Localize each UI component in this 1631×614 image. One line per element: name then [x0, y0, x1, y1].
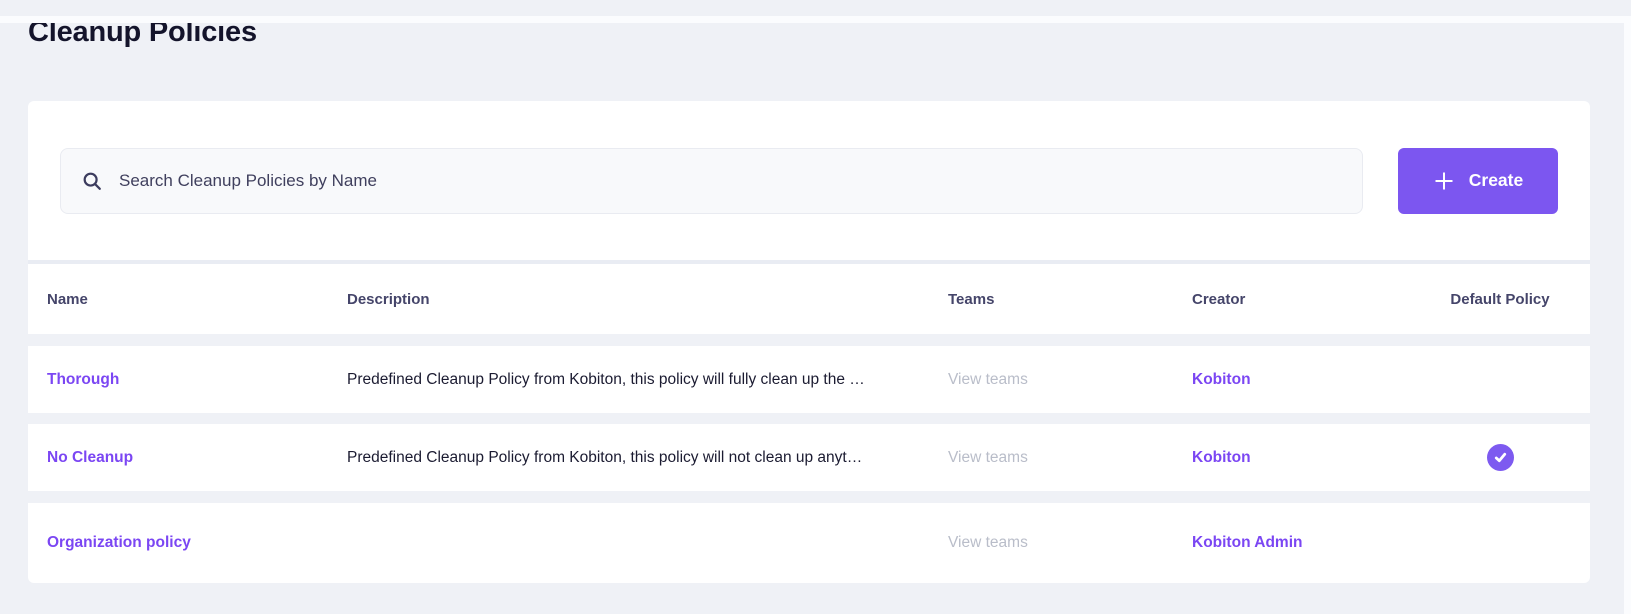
page-edge-top — [0, 16, 1631, 23]
create-button-label: Create — [1468, 170, 1524, 190]
policy-name-link[interactable]: Organization policy — [47, 534, 191, 551]
column-header-name: Name — [47, 290, 88, 308]
page-edge-right — [1624, 16, 1631, 614]
policy-description: Predefined Cleanup Policy from Kobiton, … — [347, 370, 865, 388]
search-input[interactable] — [119, 170, 1342, 191]
column-header-creator: Creator — [1192, 290, 1246, 308]
table-row: Organization policy View teams Kobiton A… — [28, 503, 1590, 583]
create-button[interactable]: Create — [1398, 147, 1558, 214]
search-icon — [81, 170, 103, 192]
check-icon — [1493, 450, 1508, 465]
search-section: Create — [28, 101, 1590, 260]
column-header-teams: Teams — [948, 290, 995, 308]
table-row: Thorough Predefined Cleanup Policy from … — [28, 346, 1590, 413]
view-teams-link[interactable]: View teams — [948, 371, 1028, 388]
default-policy-badge — [1486, 444, 1514, 471]
column-header-description: Description — [347, 290, 430, 308]
policy-name-link[interactable]: No Cleanup — [47, 449, 133, 466]
policy-description: Predefined Cleanup Policy from Kobiton, … — [347, 448, 863, 466]
cleanup-policies-card: Create Name Description Teams Creator De… — [28, 101, 1590, 583]
table-header-row: Name Description Teams Creator Default P… — [28, 264, 1590, 334]
table-row: No Cleanup Predefined Cleanup Policy fro… — [28, 424, 1590, 491]
policy-creator: Kobiton — [1192, 448, 1251, 466]
view-teams-link[interactable]: View teams — [948, 534, 1028, 551]
policy-creator: Kobiton Admin — [1192, 534, 1303, 551]
search-box[interactable] — [60, 147, 1363, 214]
policy-name-link[interactable]: Thorough — [47, 371, 119, 388]
view-teams-link[interactable]: View teams — [948, 449, 1028, 466]
plus-icon — [1433, 170, 1455, 192]
column-header-default-policy: Default Policy — [1450, 290, 1550, 308]
policy-creator: Kobiton — [1192, 370, 1251, 388]
